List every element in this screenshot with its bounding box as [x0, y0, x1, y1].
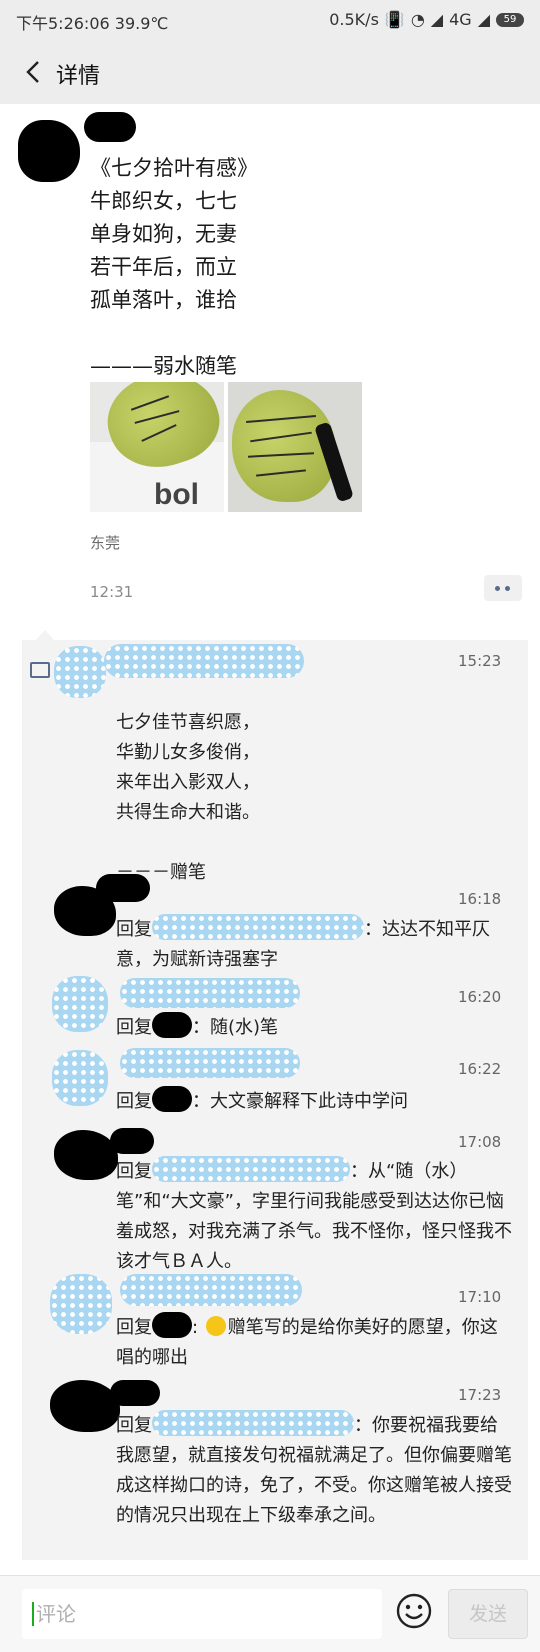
commenter-avatar-redacted[interactable] — [54, 646, 106, 698]
comment-time: 15:23 — [458, 652, 502, 670]
network-speed: 0.5K/s — [329, 10, 379, 29]
reply-target-redacted[interactable] — [152, 1312, 192, 1338]
emoji-button-icon[interactable] — [395, 1592, 433, 1630]
reply-target-redacted[interactable] — [152, 1012, 192, 1038]
send-button[interactable]: 发送 — [448, 1589, 528, 1639]
commenter-name-redacted[interactable] — [96, 874, 150, 902]
battery-icon: 59 — [496, 12, 524, 27]
network-type: 4G — [449, 10, 472, 29]
status-icons: 0.5K/s 📳 ◔ ◢ 4G ◢ 59 — [329, 10, 524, 29]
comment-reply: 回复: 赠笔写的是给你美好的愿望，你这唱的哪出 — [116, 1312, 512, 1373]
comment-reply: 回复 ：大文豪解释下此诗中学问 — [116, 1086, 408, 1117]
post-photo-2[interactable] — [228, 382, 362, 512]
more-options-button[interactable] — [484, 575, 522, 601]
comment-placeholder: 评论 — [36, 1602, 76, 1626]
reply-prefix: 回复 — [116, 1317, 152, 1338]
comment-time: 16:22 — [458, 1060, 502, 1078]
back-arrow-icon[interactable] — [18, 56, 50, 88]
title-bar: 详情 — [0, 40, 540, 104]
comment-text: ：随(水)笔 — [192, 1017, 279, 1038]
comment-time: 16:20 — [458, 988, 502, 1006]
commenter-name-redacted[interactable] — [110, 1128, 154, 1154]
commenter-name-redacted[interactable] — [120, 1274, 302, 1306]
reply-prefix: 回复 — [116, 919, 152, 940]
commenter-avatar-redacted[interactable] — [52, 976, 108, 1032]
comment-time: 17:23 — [458, 1386, 502, 1404]
post-content: 《七夕拾叶有感》 牛郎织女，七七 单身如狗，无妻 若干年后，而立 孤单落叶，谁拾… — [90, 156, 258, 378]
author-name-redacted[interactable] — [84, 112, 136, 142]
comment-time: 17:08 — [458, 1133, 502, 1151]
comment-reply: 回复 ：达达不知平仄意，为赋新诗强塞字 — [116, 914, 508, 975]
commenter-name-redacted[interactable] — [104, 644, 304, 678]
comment-reply: 回复 ：你要祝福我要给我愿望，就直接发句祝福就满足了。但你偏要赠笔成这样拗口的诗，… — [116, 1410, 512, 1531]
reply-prefix: 回复 — [116, 1161, 152, 1182]
reply-target-redacted[interactable] — [152, 1410, 354, 1436]
comment-input-bar: 评论 发送 — [0, 1575, 540, 1652]
post-location[interactable]: 东莞 — [90, 532, 120, 553]
comment-text: 七夕佳节喜织愿， 华勤儿女多俊俏， 来年出入影双人， 共得生命大和谐。 －－－赠… — [116, 712, 260, 883]
reply-prefix: 回复 — [116, 1091, 152, 1112]
commenter-name-redacted[interactable] — [110, 1380, 160, 1406]
comment-text: ：大文豪解释下此诗中学问 — [192, 1091, 408, 1112]
commenter-avatar-redacted[interactable] — [52, 1050, 108, 1106]
commenter-avatar-redacted[interactable] — [50, 1274, 112, 1334]
reply-prefix: 回复 — [116, 1415, 152, 1436]
comment-time: 16:18 — [458, 890, 502, 908]
comment-icon — [30, 662, 50, 678]
comment-input[interactable]: 评论 — [22, 1589, 382, 1639]
laughing-emoji-icon — [205, 1316, 226, 1336]
reply-target-redacted[interactable] — [152, 1156, 350, 1182]
comment-reply: 回复 ：随(水)笔 — [116, 1012, 278, 1043]
commenter-name-redacted[interactable] — [120, 978, 300, 1008]
comment-time: 17:10 — [458, 1288, 502, 1306]
reply-target-redacted[interactable] — [152, 914, 364, 940]
comment-reply: 回复 ：从“随（水）笔”和“大文豪”，字里行间我能感受到达达你已恼羞成怒，对我充满… — [116, 1156, 512, 1277]
text-cursor — [32, 1602, 34, 1626]
post-photo-1[interactable]: bol — [90, 382, 224, 512]
reply-prefix: 回复 — [116, 1017, 152, 1038]
signal-icon: ◢ — [430, 10, 444, 29]
post-time: 12:31 — [90, 583, 134, 601]
dnd-icon: ◔ — [410, 10, 425, 29]
status-time-temp: 下午5:26:06 39.9℃ — [16, 14, 169, 33]
author-avatar-redacted[interactable] — [18, 120, 80, 182]
wifi-signal-icon: ◢ — [477, 10, 490, 29]
reply-target-redacted[interactable] — [152, 1086, 192, 1112]
vibrate-icon: 📳 — [384, 10, 405, 29]
page-title: 详情 — [56, 64, 101, 89]
commenter-name-redacted[interactable] — [120, 1048, 300, 1078]
status-bar: 下午5:26:06 39.9℃ 0.5K/s 📳 ◔ ◢ 4G ◢ 59 — [0, 0, 540, 40]
